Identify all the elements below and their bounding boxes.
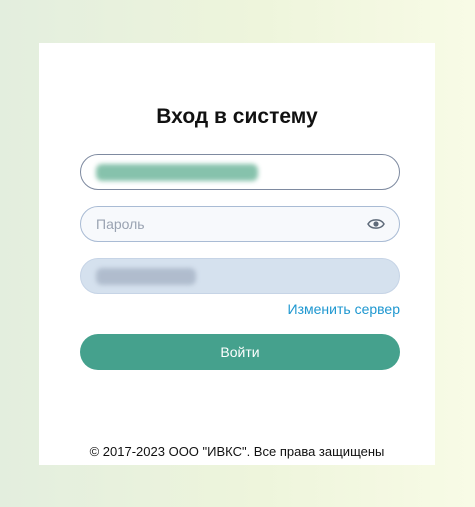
server-field[interactable] — [80, 258, 400, 294]
password-field[interactable] — [96, 207, 356, 241]
change-server-link[interactable]: Изменить сервер — [288, 301, 400, 317]
copyright-footer: © 2017-2023 ООО "ИВКС". Все права защище… — [89, 444, 385, 459]
login-button[interactable]: Войти — [80, 334, 400, 370]
page-title: Вход в систему — [156, 105, 318, 128]
blurred-login-value — [96, 164, 258, 181]
login-card: Вход в систему Изменить сервер Войти © 2… — [39, 43, 435, 465]
login-field[interactable] — [80, 154, 400, 190]
blurred-server-value — [96, 268, 196, 285]
eye-icon[interactable] — [367, 216, 385, 232]
password-field-wrapper — [80, 206, 400, 242]
